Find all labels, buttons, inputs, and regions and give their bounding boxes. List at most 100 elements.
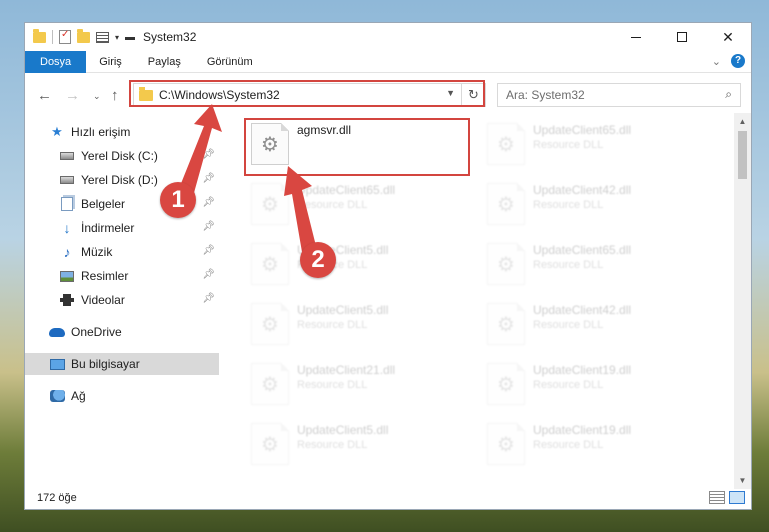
sidebar-item-label: İndirmeler: [81, 221, 135, 235]
dll-file-icon: ⚙: [251, 423, 289, 465]
search-box[interactable]: ⌕: [497, 83, 741, 107]
up-arrow-icon[interactable]: ↑: [111, 87, 119, 104]
file-tile[interactable]: ⚙ UpdateClient5.dllResource DLL: [247, 237, 467, 291]
sidebar-item-label: Yerel Disk (D:): [81, 173, 158, 187]
close-icon: ✕: [722, 28, 734, 45]
file-name: UpdateClient65.dll: [297, 183, 396, 197]
file-tile[interactable]: ⚙ UpdateClient42.dll Resource DLL: [483, 297, 703, 351]
large-icons-view-icon[interactable]: [729, 491, 745, 504]
tab-file[interactable]: Dosya: [25, 50, 87, 73]
recent-locations-icon[interactable]: ⌄: [93, 91, 101, 102]
sidebar-item-network[interactable]: Ağ: [25, 385, 219, 407]
sidebar-item-downloads[interactable]: ↓ İndirmeler 📌︎: [25, 217, 219, 239]
tab-home[interactable]: Giriş: [86, 51, 135, 73]
sidebar-item-label: Resimler: [81, 269, 129, 283]
file-name: UpdateClient42.dll: [533, 303, 632, 317]
expand-ribbon-icon[interactable]: ⌄: [712, 55, 721, 68]
onedrive-icon: [49, 325, 65, 339]
file-name: UpdateClient5.dll: [297, 303, 389, 317]
minimize-button[interactable]: [613, 23, 659, 51]
item-count: 172 öğe: [37, 492, 77, 504]
dll-file-icon: ⚙: [487, 303, 525, 345]
pin-icon[interactable]: 📌︎: [202, 149, 215, 160]
chevron-down-icon[interactable]: ▾: [115, 33, 119, 42]
file-name: UpdateClient65.dll: [533, 123, 632, 137]
sidebar-item-label: Bu bilgisayar: [71, 357, 140, 371]
address-bar-highlight: [129, 80, 485, 107]
title-bar: ▾ ▬ System32 ✕: [25, 23, 751, 51]
file-name: UpdateClient5.dll: [297, 423, 389, 437]
file-type: Resource DLL: [533, 319, 604, 331]
forward-arrow-icon[interactable]: →: [65, 87, 80, 104]
maximize-button[interactable]: [659, 23, 705, 51]
properties-icon[interactable]: [59, 29, 71, 44]
sidebar-item-label: Ağ: [71, 389, 86, 403]
maximize-icon: [677, 32, 687, 42]
pin-icon[interactable]: 📌︎: [202, 269, 215, 280]
file-type: Resource DLL: [297, 439, 368, 451]
file-tile[interactable]: ⚙ UpdateClient65.dll Resource DLL: [483, 117, 703, 171]
search-input[interactable]: [498, 84, 698, 106]
sidebar-item-label: OneDrive: [71, 325, 122, 339]
details-view-icon[interactable]: [709, 491, 725, 504]
sidebar-item-label: Müzik: [81, 245, 113, 259]
customize-view-icon[interactable]: [96, 31, 109, 43]
vertical-scrollbar[interactable]: ▲ ▼: [734, 113, 751, 489]
disk-icon: [59, 149, 75, 163]
network-icon: [49, 389, 65, 403]
pin-icon[interactable]: 📌︎: [202, 173, 215, 184]
ribbon-right: ⌄ ?: [712, 54, 745, 68]
file-tile[interactable]: ⚙ UpdateClient19.dll Resource DLL: [483, 417, 703, 471]
file-type: Resource DLL: [533, 439, 604, 451]
sidebar-item-quick-access[interactable]: ★ Hızlı erişim: [25, 121, 219, 143]
file-type: Resource DLL: [533, 259, 604, 271]
sidebar-item-videos[interactable]: Videolar 📌︎: [25, 289, 219, 311]
file-tile[interactable]: ⚙ UpdateClient19.dll Resource DLL: [483, 357, 703, 411]
dll-file-icon: ⚙: [487, 363, 525, 405]
sidebar-item-label: Belgeler: [81, 197, 126, 211]
download-icon: ↓: [63, 220, 71, 236]
file-tile[interactable]: ⚙ UpdateClient5.dll Resource DLL: [247, 417, 467, 471]
sidebar-item-pictures[interactable]: Resimler 📌︎: [25, 265, 219, 287]
file-name: UpdateClient19.dll: [533, 363, 632, 377]
sidebar-item-this-pc[interactable]: Bu bilgisayar: [25, 353, 219, 375]
file-tile[interactable]: ⚙ UpdateClient65.dll Resource DLL: [483, 237, 703, 291]
pin-icon[interactable]: 📌︎: [202, 245, 215, 256]
file-name: UpdateClient19.dll: [533, 423, 632, 437]
pictures-icon: [59, 269, 75, 283]
file-tile[interactable]: ⚙ UpdateClient65.dll Resource DLL: [247, 177, 467, 231]
sidebar-item-local-disk-c[interactable]: Yerel Disk (C:) 📌︎: [25, 145, 219, 167]
file-type: Resource DLL: [533, 379, 604, 391]
pin-icon[interactable]: 📌︎: [202, 221, 215, 232]
help-icon[interactable]: ?: [731, 54, 745, 68]
step-badge-2: 2: [300, 242, 336, 278]
computer-icon: [49, 357, 65, 371]
dll-file-icon: ⚙: [251, 303, 289, 345]
dll-file-icon: ⚙: [251, 183, 289, 225]
pin-icon[interactable]: 📌︎: [202, 197, 215, 208]
back-arrow-icon[interactable]: ←: [37, 87, 52, 104]
search-icon[interactable]: ⌕: [725, 87, 732, 102]
scrollbar-thumb[interactable]: [738, 131, 747, 179]
sidebar-item-onedrive[interactable]: OneDrive: [25, 321, 219, 343]
dll-file-icon: ⚙: [487, 423, 525, 465]
tab-view[interactable]: Görünüm: [194, 51, 266, 73]
close-button[interactable]: ✕: [705, 23, 751, 51]
sidebar-item-music[interactable]: ♪ Müzik 📌︎: [25, 241, 219, 263]
dll-file-icon: ⚙: [487, 123, 525, 165]
window-title: System32: [143, 30, 197, 44]
videos-icon: [59, 293, 75, 307]
pin-icon[interactable]: 📌︎: [202, 293, 215, 304]
file-tile[interactable]: ⚙ UpdateClient5.dllResource DLL: [247, 297, 467, 351]
sidebar-item-label: Yerel Disk (C:): [81, 149, 158, 163]
ribbon-tabs: Dosya Giriş Paylaş Görünüm ⌄ ?: [25, 50, 751, 73]
scroll-up-icon[interactable]: ▲: [734, 113, 751, 130]
dll-file-icon: ⚙: [487, 243, 525, 285]
quick-access-menu-icon[interactable]: ▬: [125, 32, 135, 43]
new-folder-icon[interactable]: [77, 28, 90, 43]
step-badge-1: 1: [160, 182, 196, 218]
music-icon: ♪: [63, 244, 71, 260]
tab-share[interactable]: Paylaş: [135, 51, 194, 73]
file-tile[interactable]: ⚙ UpdateClient42.dll Resource DLL: [483, 177, 703, 231]
file-tile[interactable]: ⚙ UpdateClient21.dll Resource DLL: [247, 357, 467, 411]
